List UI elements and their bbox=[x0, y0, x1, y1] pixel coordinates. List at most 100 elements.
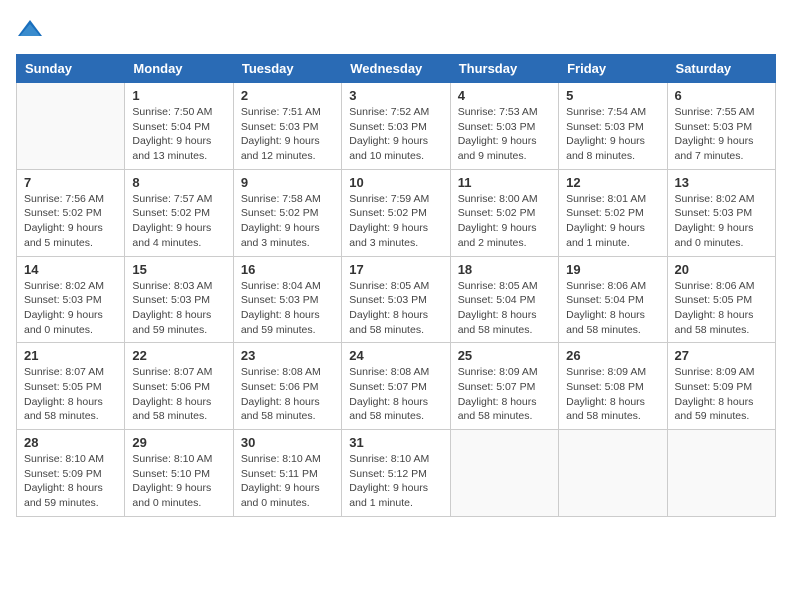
day-number: 23 bbox=[241, 348, 334, 363]
day-cell: 16 Sunrise: 8:04 AMSunset: 5:03 PMDayligh… bbox=[233, 256, 341, 343]
day-number: 24 bbox=[349, 348, 442, 363]
day-info: Sunrise: 7:51 AMSunset: 5:03 PMDaylight:… bbox=[241, 105, 334, 164]
week-row-3: 14 Sunrise: 8:02 AMSunset: 5:03 PMDayligh… bbox=[17, 256, 776, 343]
day-cell: 14 Sunrise: 8:02 AMSunset: 5:03 PMDayligh… bbox=[17, 256, 125, 343]
day-info: Sunrise: 8:07 AMSunset: 5:05 PMDaylight:… bbox=[24, 365, 117, 424]
day-cell: 24 Sunrise: 8:08 AMSunset: 5:07 PMDayligh… bbox=[342, 343, 450, 430]
day-number: 8 bbox=[132, 175, 225, 190]
day-number: 4 bbox=[458, 88, 551, 103]
day-info: Sunrise: 8:10 AMSunset: 5:12 PMDaylight:… bbox=[349, 452, 442, 511]
day-number: 19 bbox=[566, 262, 659, 277]
day-number: 29 bbox=[132, 435, 225, 450]
day-info: Sunrise: 8:06 AMSunset: 5:05 PMDaylight:… bbox=[675, 279, 768, 338]
logo-icon bbox=[16, 16, 44, 44]
day-number: 31 bbox=[349, 435, 442, 450]
day-info: Sunrise: 8:00 AMSunset: 5:02 PMDaylight:… bbox=[458, 192, 551, 251]
day-info: Sunrise: 8:10 AMSunset: 5:11 PMDaylight:… bbox=[241, 452, 334, 511]
day-cell: 6Sunrise: 7:55 AMSunset: 5:03 PMDaylight… bbox=[667, 83, 775, 170]
day-info: Sunrise: 8:05 AMSunset: 5:04 PMDaylight:… bbox=[458, 279, 551, 338]
day-info: Sunrise: 7:50 AMSunset: 5:04 PMDaylight:… bbox=[132, 105, 225, 164]
day-number: 17 bbox=[349, 262, 442, 277]
weekday-header-saturday: Saturday bbox=[667, 55, 775, 83]
day-number: 6 bbox=[675, 88, 768, 103]
day-info: Sunrise: 8:02 AMSunset: 5:03 PMDaylight:… bbox=[675, 192, 768, 251]
day-info: Sunrise: 8:06 AMSunset: 5:04 PMDaylight:… bbox=[566, 279, 659, 338]
day-number: 2 bbox=[241, 88, 334, 103]
day-cell: 29 Sunrise: 8:10 AMSunset: 5:10 PMDayligh… bbox=[125, 430, 233, 517]
day-cell: 30 Sunrise: 8:10 AMSunset: 5:11 PMDayligh… bbox=[233, 430, 341, 517]
day-cell: 21 Sunrise: 8:07 AMSunset: 5:05 PMDayligh… bbox=[17, 343, 125, 430]
day-cell: 20Sunrise: 8:06 AMSunset: 5:05 PMDayligh… bbox=[667, 256, 775, 343]
day-info: Sunrise: 8:10 AMSunset: 5:09 PMDaylight:… bbox=[24, 452, 117, 511]
day-cell: 12 Sunrise: 8:01 AMSunset: 5:02 PMDayligh… bbox=[559, 169, 667, 256]
day-number: 26 bbox=[566, 348, 659, 363]
day-cell: 13 Sunrise: 8:02 AMSunset: 5:03 PMDayligh… bbox=[667, 169, 775, 256]
day-cell: 4 Sunrise: 7:53 AMSunset: 5:03 PMDaylight… bbox=[450, 83, 558, 170]
day-info: Sunrise: 8:08 AMSunset: 5:07 PMDaylight:… bbox=[349, 365, 442, 424]
day-info: Sunrise: 7:59 AMSunset: 5:02 PMDaylight:… bbox=[349, 192, 442, 251]
day-cell: 8 Sunrise: 7:57 AMSunset: 5:02 PMDaylight… bbox=[125, 169, 233, 256]
day-info: Sunrise: 7:57 AMSunset: 5:02 PMDaylight:… bbox=[132, 192, 225, 251]
day-cell: 1Sunrise: 7:50 AMSunset: 5:04 PMDaylight… bbox=[125, 83, 233, 170]
day-info: Sunrise: 7:58 AMSunset: 5:02 PMDaylight:… bbox=[241, 192, 334, 251]
day-cell: 11 Sunrise: 8:00 AMSunset: 5:02 PMDayligh… bbox=[450, 169, 558, 256]
day-cell: 10 Sunrise: 7:59 AMSunset: 5:02 PMDayligh… bbox=[342, 169, 450, 256]
day-cell: 7Sunrise: 7:56 AMSunset: 5:02 PMDaylight… bbox=[17, 169, 125, 256]
weekday-header-row: SundayMondayTuesdayWednesdayThursdayFrid… bbox=[17, 55, 776, 83]
day-info: Sunrise: 8:09 AMSunset: 5:09 PMDaylight:… bbox=[675, 365, 768, 424]
day-cell: 18 Sunrise: 8:05 AMSunset: 5:04 PMDayligh… bbox=[450, 256, 558, 343]
day-cell bbox=[17, 83, 125, 170]
day-number: 12 bbox=[566, 175, 659, 190]
weekday-header-wednesday: Wednesday bbox=[342, 55, 450, 83]
day-number: 25 bbox=[458, 348, 551, 363]
calendar-table: SundayMondayTuesdayWednesdayThursdayFrid… bbox=[16, 54, 776, 517]
day-number: 7 bbox=[24, 175, 117, 190]
day-cell: 2 Sunrise: 7:51 AMSunset: 5:03 PMDaylight… bbox=[233, 83, 341, 170]
day-number: 18 bbox=[458, 262, 551, 277]
weekday-header-friday: Friday bbox=[559, 55, 667, 83]
day-number: 28 bbox=[24, 435, 117, 450]
day-number: 22 bbox=[132, 348, 225, 363]
week-row-4: 21 Sunrise: 8:07 AMSunset: 5:05 PMDayligh… bbox=[17, 343, 776, 430]
day-cell: 3 Sunrise: 7:52 AMSunset: 5:03 PMDaylight… bbox=[342, 83, 450, 170]
day-number: 16 bbox=[241, 262, 334, 277]
day-number: 5 bbox=[566, 88, 659, 103]
day-number: 27 bbox=[675, 348, 768, 363]
day-number: 10 bbox=[349, 175, 442, 190]
day-info: Sunrise: 8:07 AMSunset: 5:06 PMDaylight:… bbox=[132, 365, 225, 424]
day-number: 3 bbox=[349, 88, 442, 103]
day-cell bbox=[450, 430, 558, 517]
week-row-2: 7Sunrise: 7:56 AMSunset: 5:02 PMDaylight… bbox=[17, 169, 776, 256]
day-info: Sunrise: 8:05 AMSunset: 5:03 PMDaylight:… bbox=[349, 279, 442, 338]
day-info: Sunrise: 7:53 AMSunset: 5:03 PMDaylight:… bbox=[458, 105, 551, 164]
day-info: Sunrise: 7:52 AMSunset: 5:03 PMDaylight:… bbox=[349, 105, 442, 164]
page-header bbox=[16, 16, 776, 44]
day-info: Sunrise: 8:10 AMSunset: 5:10 PMDaylight:… bbox=[132, 452, 225, 511]
day-info: Sunrise: 8:01 AMSunset: 5:02 PMDaylight:… bbox=[566, 192, 659, 251]
day-cell: 19 Sunrise: 8:06 AMSunset: 5:04 PMDayligh… bbox=[559, 256, 667, 343]
day-number: 30 bbox=[241, 435, 334, 450]
day-info: Sunrise: 8:09 AMSunset: 5:08 PMDaylight:… bbox=[566, 365, 659, 424]
day-info: Sunrise: 8:02 AMSunset: 5:03 PMDaylight:… bbox=[24, 279, 117, 338]
day-number: 14 bbox=[24, 262, 117, 277]
day-cell: 25Sunrise: 8:09 AMSunset: 5:07 PMDayligh… bbox=[450, 343, 558, 430]
day-cell: 9Sunrise: 7:58 AMSunset: 5:02 PMDaylight… bbox=[233, 169, 341, 256]
weekday-header-sunday: Sunday bbox=[17, 55, 125, 83]
day-number: 13 bbox=[675, 175, 768, 190]
day-cell: 23 Sunrise: 8:08 AMSunset: 5:06 PMDayligh… bbox=[233, 343, 341, 430]
day-number: 11 bbox=[458, 175, 551, 190]
weekday-header-tuesday: Tuesday bbox=[233, 55, 341, 83]
day-info: Sunrise: 7:54 AMSunset: 5:03 PMDaylight:… bbox=[566, 105, 659, 164]
day-cell: 26 Sunrise: 8:09 AMSunset: 5:08 PMDayligh… bbox=[559, 343, 667, 430]
day-cell: 5 Sunrise: 7:54 AMSunset: 5:03 PMDaylight… bbox=[559, 83, 667, 170]
weekday-header-thursday: Thursday bbox=[450, 55, 558, 83]
day-info: Sunrise: 8:04 AMSunset: 5:03 PMDaylight:… bbox=[241, 279, 334, 338]
week-row-1: 1Sunrise: 7:50 AMSunset: 5:04 PMDaylight… bbox=[17, 83, 776, 170]
day-cell bbox=[559, 430, 667, 517]
day-cell: 28 Sunrise: 8:10 AMSunset: 5:09 PMDayligh… bbox=[17, 430, 125, 517]
day-number: 21 bbox=[24, 348, 117, 363]
week-row-5: 28 Sunrise: 8:10 AMSunset: 5:09 PMDayligh… bbox=[17, 430, 776, 517]
day-info: Sunrise: 8:08 AMSunset: 5:06 PMDaylight:… bbox=[241, 365, 334, 424]
day-cell: 15Sunrise: 8:03 AMSunset: 5:03 PMDayligh… bbox=[125, 256, 233, 343]
day-cell: 22 Sunrise: 8:07 AMSunset: 5:06 PMDayligh… bbox=[125, 343, 233, 430]
